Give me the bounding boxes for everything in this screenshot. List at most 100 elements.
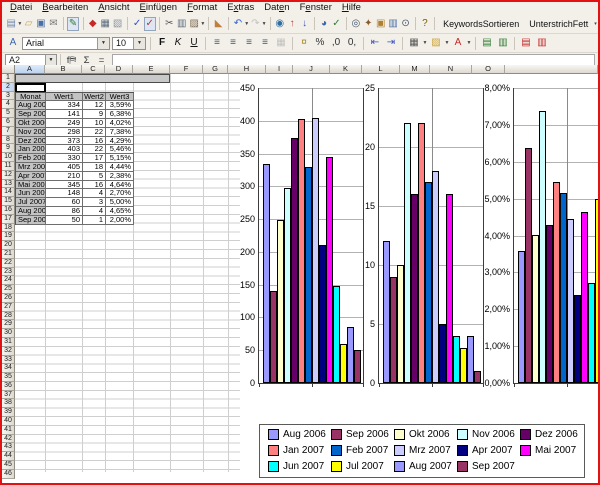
cell[interactable]: Dez 2006 xyxy=(16,137,46,146)
cell[interactable]: Nov 2006 xyxy=(16,128,46,137)
bold-button[interactable]: F xyxy=(155,36,170,50)
redo-icon[interactable]: ↷ xyxy=(250,17,261,31)
cell[interactable]: 4,64% xyxy=(106,181,134,190)
insert-columns-button[interactable]: ▥ xyxy=(496,36,511,50)
row-header-39[interactable]: 39 xyxy=(2,408,15,417)
cell[interactable]: 373 xyxy=(46,137,83,146)
cell[interactable]: Apr 2007 xyxy=(16,172,46,181)
cell[interactable]: 4 xyxy=(83,189,106,198)
row-header-26[interactable]: 26 xyxy=(2,294,15,303)
menu-extras[interactable]: Extras xyxy=(222,2,259,14)
cell[interactable]: 2,00% xyxy=(106,216,134,225)
name-box-dropdown-icon[interactable]: ▼ xyxy=(45,55,56,65)
gallery-icon[interactable]: ▣ xyxy=(375,17,386,31)
equals-icon[interactable]: = xyxy=(94,55,109,66)
find-replace-icon[interactable]: ◎ xyxy=(350,17,361,31)
delete-decimal-button[interactable]: 0, xyxy=(345,36,360,50)
row-header-25[interactable]: 25 xyxy=(2,285,15,294)
row-header-40[interactable]: 40 xyxy=(2,417,15,426)
edit-file-icon[interactable]: ✎ xyxy=(67,17,79,31)
row-header-7[interactable]: 7 xyxy=(2,127,15,136)
row-header-8[interactable]: 8 xyxy=(2,136,15,145)
row-header-44[interactable]: 44 xyxy=(2,452,15,461)
cell[interactable]: 5,46% xyxy=(106,145,134,154)
borders-button[interactable]: ▦ xyxy=(407,36,422,50)
redo-icon-dropdown[interactable]: ▼ xyxy=(262,21,267,27)
row-header-45[interactable]: 45 xyxy=(2,461,15,470)
row-header-13[interactable]: 13 xyxy=(2,180,15,189)
insert-chart-icon[interactable]: ◕ xyxy=(318,17,329,31)
currency-format-button[interactable]: ¤ xyxy=(297,36,312,50)
paste-icon-dropdown[interactable]: ▼ xyxy=(200,21,205,27)
cell[interactable]: 4,29% xyxy=(106,137,134,146)
cell[interactable]: 12 xyxy=(83,101,106,110)
column-header-N[interactable]: N xyxy=(430,65,472,74)
auto-spellcheck-icon[interactable]: ✓ xyxy=(144,17,156,31)
cell[interactable]: Jun 2007 xyxy=(16,189,46,198)
add-decimal-button[interactable]: ,0 xyxy=(329,36,344,50)
row-header-34[interactable]: 34 xyxy=(2,364,15,373)
delete-rows-button[interactable]: ▤ xyxy=(519,36,534,50)
function-wizard-icon[interactable]: f⛿ xyxy=(64,55,79,66)
row-header-37[interactable]: 37 xyxy=(2,391,15,400)
row-header-19[interactable]: 19 xyxy=(2,232,15,241)
cut-icon[interactable]: ✂ xyxy=(164,17,175,31)
row-header-2[interactable]: 2 xyxy=(2,83,15,92)
save-icon[interactable]: ▣ xyxy=(35,17,46,31)
cell[interactable]: 4 xyxy=(83,207,106,216)
new-document-icon[interactable]: ▤ xyxy=(6,17,17,31)
row-header-10[interactable]: 10 xyxy=(2,153,15,162)
cell[interactable]: 6,38% xyxy=(106,110,134,119)
italic-button[interactable]: K xyxy=(171,36,186,50)
unterstrich-fett-button[interactable]: UnterstrichFett xyxy=(524,18,593,30)
column-header-G[interactable]: G xyxy=(203,65,228,74)
select-all-corner[interactable] xyxy=(2,65,15,74)
row-header-22[interactable]: 22 xyxy=(2,259,15,268)
cell[interactable]: Mrz 2007 xyxy=(16,163,46,172)
cell[interactable]: 18 xyxy=(83,163,106,172)
cell[interactable]: 22 xyxy=(83,145,106,154)
cell[interactable]: Feb 2007 xyxy=(16,154,46,163)
menu-fenster[interactable]: Fenster xyxy=(295,2,337,14)
cell[interactable]: Sep 2006 xyxy=(16,110,46,119)
undo-icon-dropdown[interactable]: ▼ xyxy=(244,21,249,27)
row-header-36[interactable]: 36 xyxy=(2,382,15,391)
help-icon[interactable]: ? xyxy=(419,17,430,31)
row-header-42[interactable]: 42 xyxy=(2,435,15,444)
datapilot-icon[interactable]: ✓ xyxy=(331,17,342,31)
copy-icon[interactable]: ▥ xyxy=(176,17,187,31)
cell[interactable]: 4,02% xyxy=(106,119,134,128)
row-header-20[interactable]: 20 xyxy=(2,241,15,250)
row-header-15[interactable]: 15 xyxy=(2,197,15,206)
cell[interactable]: 4,44% xyxy=(106,163,134,172)
row-header-24[interactable]: 24 xyxy=(2,276,15,285)
zoom-icon[interactable]: ⊙ xyxy=(400,17,411,31)
header-cell-wert3[interactable]: Wert3 xyxy=(106,93,134,102)
column-header-L[interactable]: L xyxy=(362,65,400,74)
toolbar-overflow-icon[interactable]: ▾ xyxy=(593,21,598,27)
cell[interactable]: Jan 2007 xyxy=(16,145,46,154)
cell[interactable]: 5 xyxy=(83,172,106,181)
cell[interactable]: 148 xyxy=(46,189,83,198)
email-document-icon[interactable]: ✉ xyxy=(48,17,59,31)
styles-icon[interactable]: A xyxy=(6,36,21,50)
column-header-I[interactable]: I xyxy=(266,65,293,74)
column-header-E[interactable]: E xyxy=(133,65,170,74)
row-header-12[interactable]: 12 xyxy=(2,171,15,180)
cell[interactable]: 330 xyxy=(46,154,83,163)
cell[interactable]: 22 xyxy=(83,128,106,137)
row-header-33[interactable]: 33 xyxy=(2,356,15,365)
header-cell-wert2[interactable]: Wert2 xyxy=(83,93,106,102)
cell[interactable]: Aug 2006 xyxy=(16,101,46,110)
font-color-button[interactable]: A xyxy=(451,36,466,50)
font-size-combo[interactable]: 10▼ xyxy=(112,37,146,50)
cell[interactable]: 16 xyxy=(83,181,106,190)
paste-icon[interactable]: ▨ xyxy=(188,17,199,31)
font-name-combo[interactable]: Arial▼ xyxy=(22,37,110,50)
row-header-6[interactable]: 6 xyxy=(2,118,15,127)
cell[interactable]: 249 xyxy=(46,119,83,128)
row-header-4[interactable]: 4 xyxy=(2,100,15,109)
chart-canvas[interactable]: 05010015020025030035040045005101520250,0… xyxy=(240,74,598,483)
cell[interactable]: 3 xyxy=(83,198,106,207)
column-header-H[interactable]: H xyxy=(228,65,266,74)
